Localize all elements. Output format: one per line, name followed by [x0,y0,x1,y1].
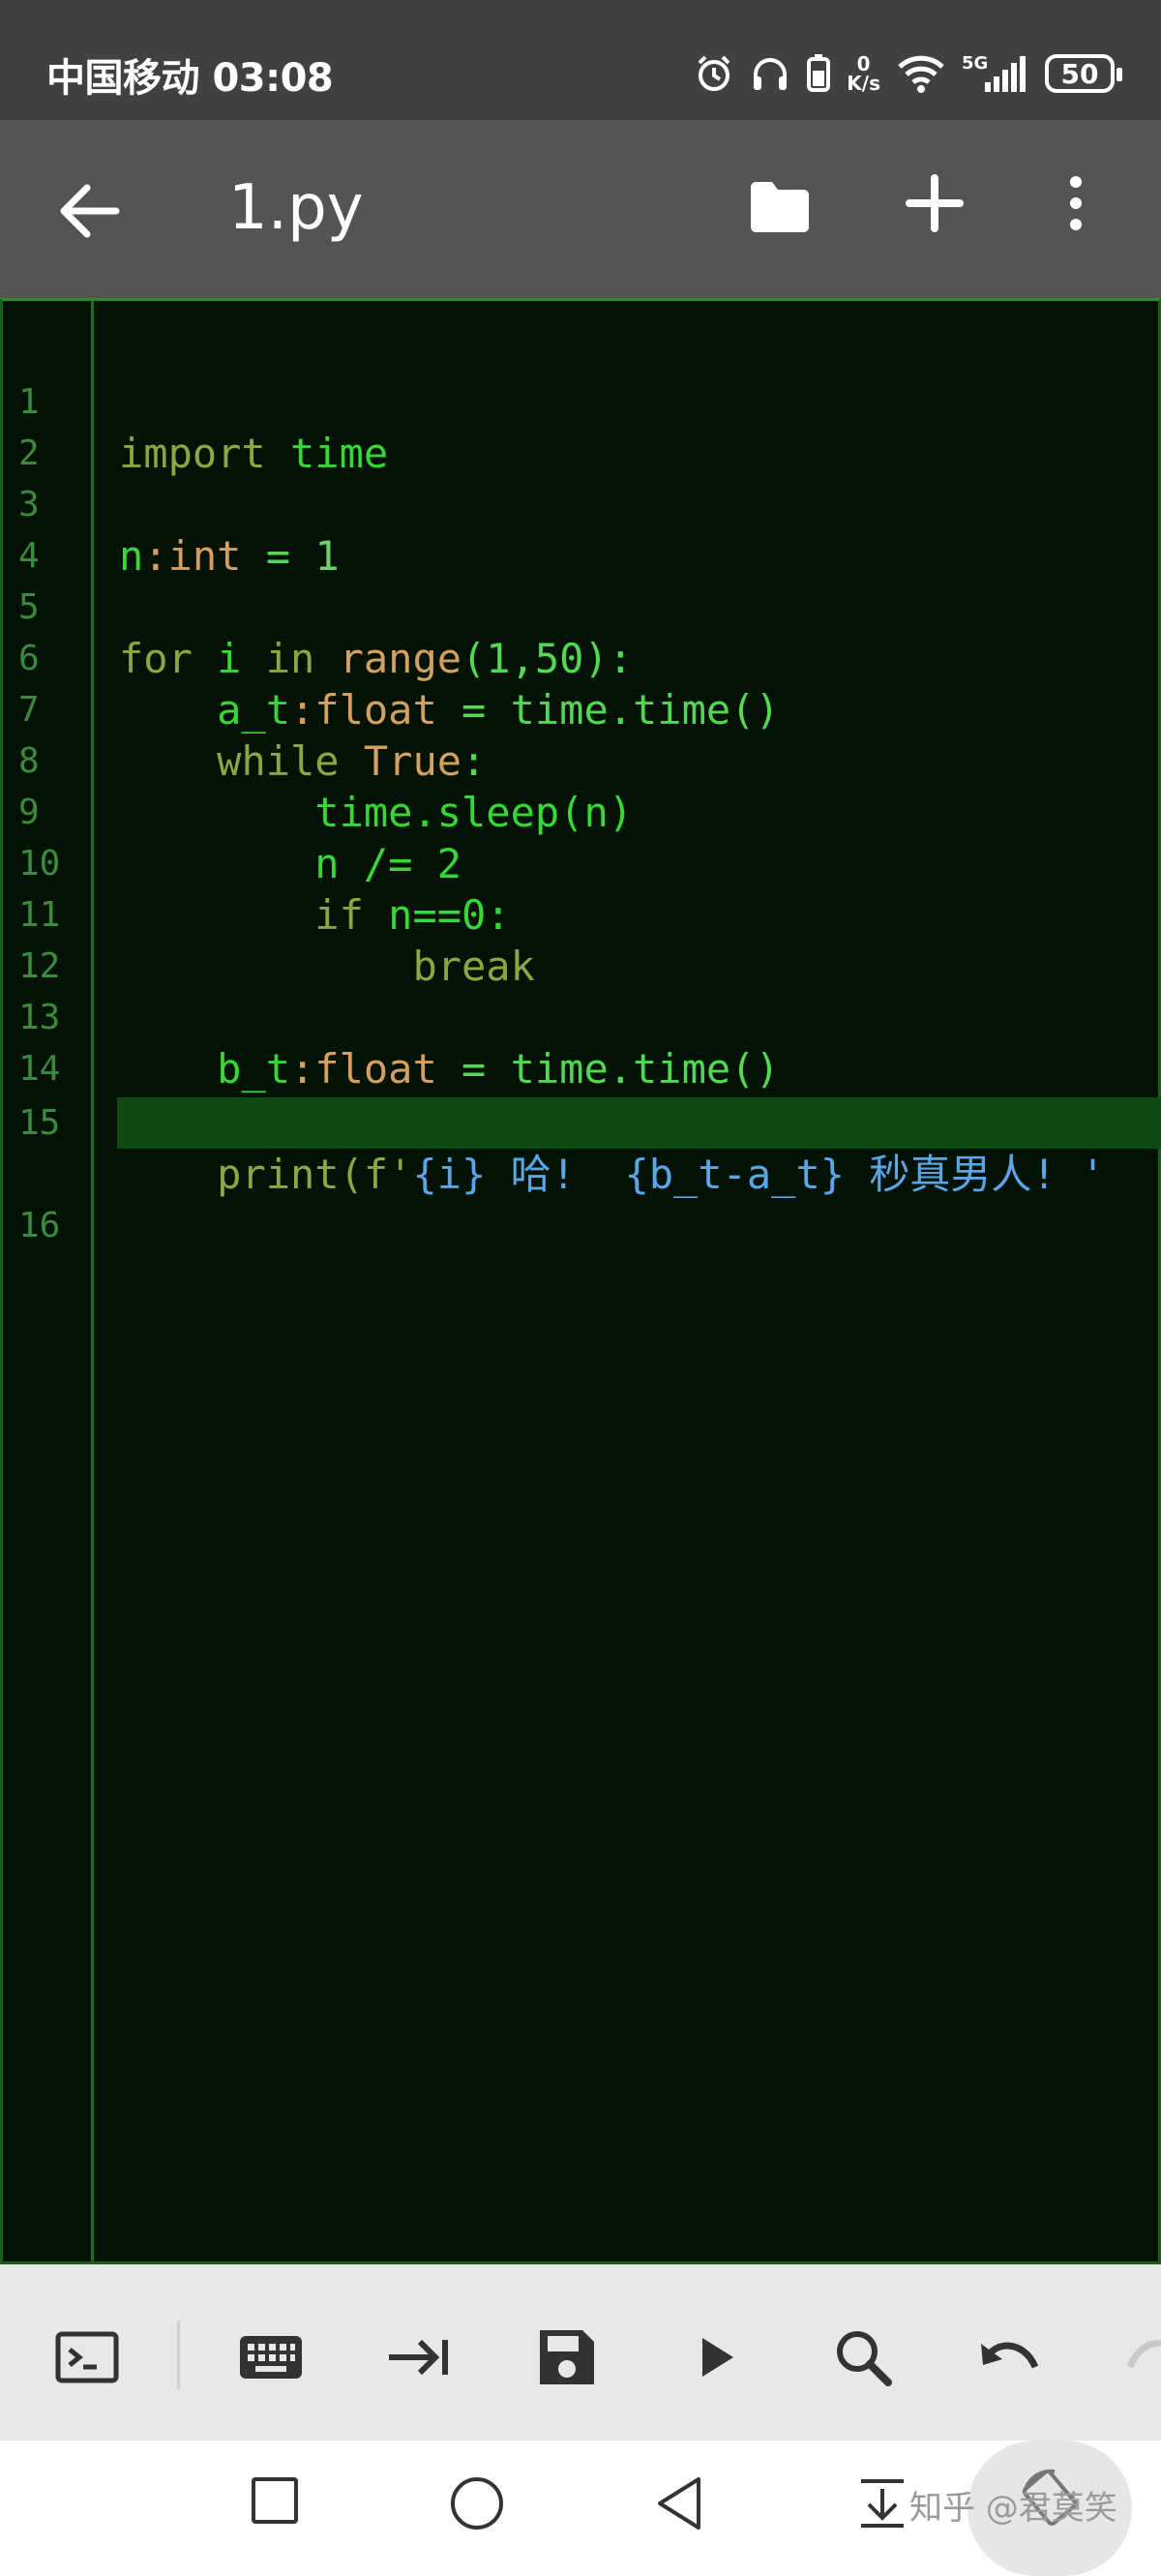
battery-level: 50 [1060,57,1099,90]
clock: 03:08 [212,56,334,101]
file-title: 1.py [228,172,364,244]
more-options-icon[interactable] [1064,172,1087,234]
code-line[interactable]: 7 while True: [3,633,1161,785]
terminal-icon[interactable] [52,2322,122,2392]
editor-toolbar [0,2264,1161,2441]
redo-icon[interactable] [1122,2322,1161,2392]
undo-icon[interactable] [975,2322,1045,2392]
current-code-line[interactable]: 16 [3,1097,1161,1245]
code-line[interactable]: 8 time.sleep(n) [3,684,1161,836]
status-left: 中国移动 03:08 [46,46,334,103]
wifi-icon [898,55,944,93]
carrier-label: 中国移动 [46,56,200,101]
folder-icon[interactable] [747,180,813,234]
code-line[interactable]: 5 for i in range(1,50): [3,530,1161,682]
status-bar: 中国移动 03:08 0 K/s 5G 50 [0,0,1161,120]
watermark-text: 知乎 @君莫笑 [909,2489,1117,2528]
system-nav-bar: 知乎 @君莫笑 [0,2441,1161,2576]
back-arrow-icon[interactable] [54,176,124,246]
code-editor[interactable]: 1 import time 2 3 n:int = 1 4 5 for i in… [0,298,1161,2264]
line-number: 16 [18,1206,61,1245]
code-line[interactable]: 14 [3,992,1161,1089]
headphones-icon [754,58,788,90]
code-line[interactable]: 12 [3,889,1161,986]
code-line[interactable]: 3 n:int = 1 [3,428,1161,580]
code-line[interactable]: 10 if n==0: [3,787,1161,939]
code-line[interactable]: 15 print(f'{i} 哈! {b_t-a_t} 秒真男人! ' [3,1046,1161,1198]
alarm-icon [698,55,730,91]
code-line[interactable]: 13 b_t:float = time.time() [3,941,1161,1093]
net-speed-unit: K/s [847,72,880,95]
code-line[interactable]: 4 [3,479,1161,576]
code-line[interactable]: 2 [3,376,1161,473]
battery-icon: 50 [1045,54,1122,93]
notification-pull-icon[interactable] [857,2475,908,2530]
add-icon[interactable] [904,172,966,234]
toolbar-divider [177,2321,180,2390]
recent-apps-icon[interactable] [250,2475,300,2526]
app-bar: 1.py [0,120,1161,298]
earbud-battery-icon [807,54,831,92]
net-speed-value: 0 [856,52,871,75]
run-icon[interactable] [681,2322,751,2392]
home-icon[interactable] [449,2475,505,2531]
status-icons: 0 K/s 5G 50 [694,46,1122,101]
code-line[interactable]: 11 break [3,838,1161,990]
signal-5g-icon: 5G [962,53,1026,92]
code-line[interactable]: 9 n /= 2 [3,735,1161,887]
code-line[interactable]: 6 a_t:float = time.time() [3,582,1161,734]
current-line-highlight [117,1097,1161,1149]
back-nav-icon[interactable] [654,2475,704,2531]
tab-indent-icon[interactable] [385,2322,455,2392]
search-icon[interactable] [828,2322,898,2392]
save-icon[interactable] [532,2322,602,2392]
code-line[interactable]: 1 import time [3,325,1161,477]
keyboard-icon[interactable] [236,2322,306,2392]
net-speed: 0 K/s [847,54,880,93]
network-type-label: 5G [962,53,988,74]
code-text: print(f'{i} 哈! {b_t-a_t} 秒真男人! ' [217,1151,1106,1198]
